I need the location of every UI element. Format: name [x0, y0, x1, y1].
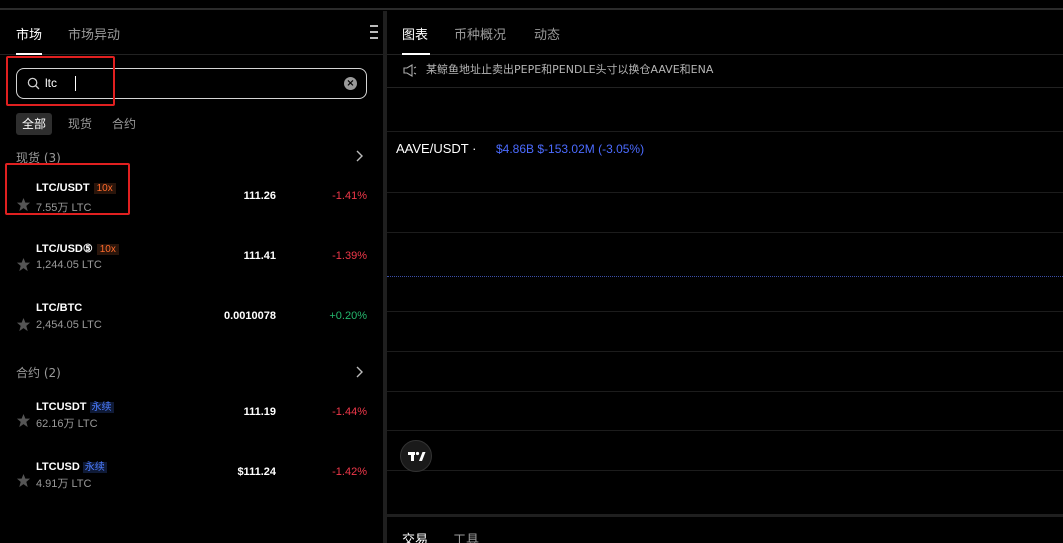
- tradingview-logo-icon[interactable]: [400, 440, 432, 472]
- search-input[interactable]: ltc ×: [16, 68, 367, 99]
- grid-line: [387, 351, 1063, 352]
- list-item[interactable]: LTC/USDT 10x 7.55万 LTC 111.26 -1.41%: [0, 182, 383, 232]
- tab-coin-overview[interactable]: 币种概况: [454, 24, 506, 43]
- chart-tabs: 图表 币种概况 动态: [387, 11, 1063, 55]
- pair-symbol: LTCUSDT: [36, 401, 87, 413]
- tab-chart[interactable]: 图表: [402, 24, 428, 43]
- volume: 7.55万 LTC: [36, 202, 92, 214]
- volume: 2,454.05 LTC: [36, 319, 102, 331]
- grid-line: [387, 470, 1063, 471]
- bottom-tabs: 交易 工具: [387, 514, 1063, 543]
- price-change: -1.42%: [332, 466, 367, 478]
- volume: 62.16万 LTC: [36, 418, 98, 430]
- price-change: +0.20%: [329, 310, 367, 322]
- clear-icon[interactable]: ×: [344, 77, 357, 90]
- price-change: -1.44%: [332, 406, 367, 418]
- volume: 4.91万 LTC: [36, 478, 92, 490]
- market-tabs: 市场 市场异动: [0, 11, 383, 55]
- price-change: -1.41%: [332, 190, 367, 202]
- pair-symbol: LTC/USDT: [36, 182, 90, 194]
- search-value[interactable]: ltc: [45, 76, 57, 90]
- star-icon[interactable]: [16, 257, 31, 272]
- pair-symbol: LTCUSD: [36, 461, 80, 473]
- chart-panel: 图表 币种概况 动态 某鲸鱼地址止卖出PEPE和PENDLE头寸以换仓AAVE和…: [387, 11, 1063, 543]
- star-icon[interactable]: [16, 473, 31, 488]
- vertical-bars-icon[interactable]: [370, 25, 378, 41]
- market-panel: 市场 市场异动 ltc × 全部 现货 合约 现货 (3) LTC/USDT 10…: [0, 11, 383, 543]
- filter-all[interactable]: 全部: [16, 113, 53, 135]
- leverage-badge: 10x: [93, 183, 116, 194]
- leverage-badge: 10x: [96, 244, 119, 255]
- price-change: -1.39%: [332, 250, 367, 262]
- search-icon: [27, 77, 40, 90]
- text-cursor: [75, 76, 76, 91]
- list-item[interactable]: LTCUSD 永续 4.91万 LTC $111.24 -1.42%: [0, 458, 383, 508]
- price: 111.41: [243, 250, 276, 262]
- chevron-right-icon[interactable]: [355, 150, 363, 162]
- star-icon[interactable]: [16, 197, 31, 212]
- grid-line: [387, 391, 1063, 392]
- list-item[interactable]: LTCUSDT 永续 62.16万 LTC 111.19 -1.44%: [0, 398, 383, 448]
- grid-line: [387, 232, 1063, 233]
- list-item[interactable]: LTC/BTC 2,454.05 LTC 0.0010078 +0.20%: [0, 302, 383, 352]
- price-chart[interactable]: AAVE/USDT · $4.86B $-153.02M (-3.05%): [387, 89, 1063, 514]
- news-headline[interactable]: 某鲸鱼地址止卖出PEPE和PENDLE头寸以换仓AAVE和ENA: [426, 61, 713, 77]
- chevron-right-icon[interactable]: [355, 366, 363, 378]
- spot-section-title: 现货 (3): [16, 151, 61, 165]
- star-icon[interactable]: [16, 413, 31, 428]
- price: 111.26: [243, 190, 276, 202]
- futures-section-title: 合约 (2): [16, 366, 61, 380]
- star-icon[interactable]: [16, 317, 31, 332]
- perpetual-badge: 永续: [89, 402, 114, 413]
- grid-line: [387, 192, 1063, 193]
- tab-tools[interactable]: 工具: [453, 529, 479, 543]
- filter-futures[interactable]: 合约: [112, 113, 136, 135]
- pair-symbol: LTC/USD⑤: [36, 243, 93, 255]
- list-item[interactable]: LTC/USD⑤ 10x 1,244.05 LTC 111.41 -1.39%: [0, 242, 383, 292]
- price: $111.24: [237, 466, 276, 478]
- speaker-icon: [403, 64, 417, 77]
- price: 0.0010078: [224, 310, 276, 322]
- pair-stats: $4.86B $-153.02M (-3.05%): [496, 142, 645, 156]
- grid-line: [387, 430, 1063, 431]
- price-line: [387, 276, 1063, 277]
- volume: 1,244.05 LTC: [36, 259, 102, 271]
- active-tab-indicator: [16, 53, 42, 55]
- price: 111.19: [243, 406, 276, 418]
- tab-feed[interactable]: 动态: [534, 24, 560, 43]
- perpetual-badge: 永续: [82, 462, 107, 473]
- grid-line: [387, 131, 1063, 132]
- tab-market[interactable]: 市场: [16, 24, 42, 43]
- filter-spot[interactable]: 现货: [68, 113, 92, 135]
- pair-title: AAVE/USDT ·: [396, 141, 477, 156]
- tab-trade[interactable]: 交易: [402, 529, 428, 543]
- tab-market-movers[interactable]: 市场异动: [68, 24, 120, 43]
- pair-symbol: LTC/BTC: [36, 302, 83, 314]
- news-ticker[interactable]: 某鲸鱼地址止卖出PEPE和PENDLE头寸以换仓AAVE和ENA: [387, 56, 1063, 88]
- window-top-bar: [0, 0, 1063, 10]
- active-tab-indicator: [402, 53, 430, 55]
- grid-line: [387, 311, 1063, 312]
